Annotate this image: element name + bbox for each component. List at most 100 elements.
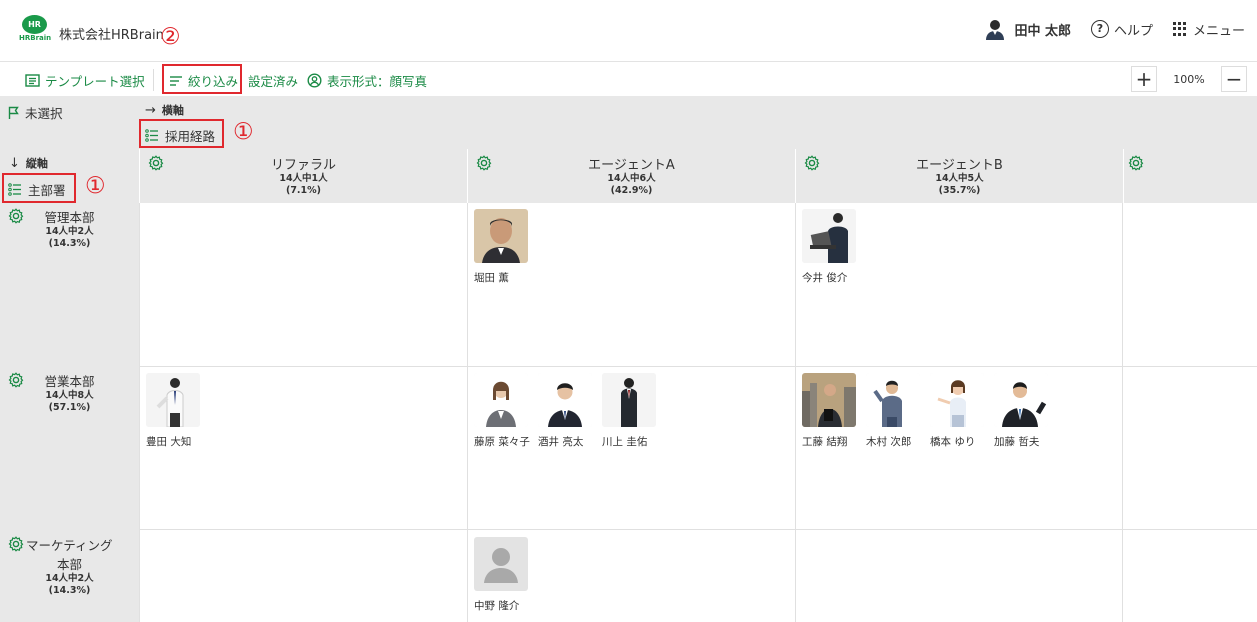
person-name: 中野 隆介	[474, 600, 520, 612]
help-link[interactable]: ? ヘルプ	[1090, 20, 1153, 39]
zoom-in-button[interactable]: +	[1131, 66, 1157, 92]
person-name: 藤原 菜々子	[474, 436, 530, 448]
vertical-axis-label: ↓ 縦軸	[9, 155, 48, 171]
column-divider	[467, 203, 468, 622]
column-percent: (42.9%)	[610, 185, 653, 196]
annotation-two: ②	[160, 24, 181, 50]
person-photo	[866, 373, 920, 427]
gear-icon[interactable]	[804, 155, 820, 171]
gear-icon[interactable]	[8, 208, 24, 224]
unselected-label: 未選択	[25, 106, 63, 121]
logo-mark: HR	[22, 15, 47, 34]
display-mode-button[interactable]: 表示形式：顔写真	[307, 71, 427, 90]
person-card[interactable]: 加藤 哲夫	[994, 373, 1058, 449]
person-photo	[474, 209, 528, 263]
person-card[interactable]: 中野 隆介	[474, 537, 538, 613]
company-name: 株式会社HRBrain	[59, 28, 164, 43]
column-title: リファラル	[270, 158, 336, 173]
user-avatar	[984, 18, 1006, 40]
person-name: 木村 次郎	[866, 436, 912, 448]
column-header-agent-b: エージェントB 14人中5人 (35.7%)	[795, 149, 1123, 203]
gear-icon[interactable]	[8, 536, 24, 552]
person-card[interactable]: 川上 圭佑	[602, 373, 666, 449]
gear-icon[interactable]	[148, 155, 164, 171]
row-count: 14人中8人	[45, 390, 94, 401]
zoom-out-button[interactable]: −	[1221, 66, 1247, 92]
person-card[interactable]: 藤原 菜々子	[474, 373, 538, 449]
help-label: ヘルプ	[1113, 23, 1153, 39]
top-header: HR HRBrain 株式会社HRBrain ② 田中 太郎 ? ヘルプ メニュ…	[0, 0, 1257, 62]
user-name: 田中 太郎	[1014, 23, 1071, 39]
person-photo	[930, 373, 984, 427]
person-photo	[802, 209, 856, 263]
horizontal-axis-highlight-box	[139, 119, 224, 148]
arrow-right-icon: →	[145, 102, 156, 118]
filter-status: 設定済み	[248, 71, 298, 90]
column-header-next	[1123, 149, 1257, 203]
person-name: 堀田 薫	[474, 272, 509, 284]
row-percent: (57.1%)	[48, 402, 91, 413]
gear-icon[interactable]	[476, 155, 492, 171]
column-divider	[795, 203, 796, 622]
logo-wordmark: HRBrain	[19, 34, 52, 42]
row-percent: (14.3%)	[48, 585, 91, 596]
unselected-axis[interactable]: 未選択	[8, 103, 63, 122]
user-menu[interactable]: 田中 太郎	[984, 18, 1071, 40]
person-name: 工藤 結翔	[802, 436, 848, 448]
column-count: 14人中1人	[279, 173, 328, 184]
filter-status-label: 設定済み	[248, 74, 299, 89]
person-name: 川上 圭佑	[602, 436, 648, 448]
template-icon	[25, 74, 40, 87]
person-name: 加藤 哲夫	[994, 436, 1040, 448]
row-divider	[139, 366, 1257, 367]
person-card[interactable]: 今井 俊介	[802, 209, 866, 285]
menu-button[interactable]: メニュー	[1172, 20, 1245, 39]
template-select-button[interactable]: テンプレート選択	[25, 71, 145, 90]
person-card[interactable]: 酒井 亮太	[538, 373, 602, 449]
face-icon	[307, 73, 322, 88]
default-avatar-icon	[474, 537, 528, 591]
person-card[interactable]: 工藤 結翔	[802, 373, 866, 449]
display-mode-label: 表示形式：顔写真	[327, 74, 428, 89]
column-count: 14人中5人	[935, 173, 984, 184]
row-header-sales: 営業本部 14人中8人 (57.1%)	[0, 371, 139, 414]
gear-icon[interactable]	[1128, 155, 1144, 171]
horizontal-axis-title: 横軸	[161, 104, 184, 117]
column-title: エージェントA	[588, 158, 675, 173]
column-title: エージェントB	[916, 158, 1003, 173]
arrow-down-icon: ↓	[9, 155, 20, 171]
person-card[interactable]: 木村 次郎	[866, 373, 930, 449]
template-select-label: テンプレート選択	[45, 74, 145, 89]
person-card[interactable]: 豊田 大知	[146, 373, 210, 449]
grid-menu-icon	[1172, 21, 1188, 37]
annotation-one-horizontal: ①	[233, 119, 254, 145]
vertical-axis-title: 縦軸	[25, 157, 48, 170]
row-count: 14人中2人	[45, 573, 94, 584]
person-photo	[474, 373, 528, 427]
row-count: 14人中2人	[45, 226, 94, 237]
gear-icon[interactable]	[8, 372, 24, 388]
column-header-agent-a: エージェントA 14人中6人 (42.9%)	[467, 149, 795, 203]
person-card[interactable]: 堀田 薫	[474, 209, 538, 285]
person-card[interactable]: 橋本 ゆり	[930, 373, 994, 449]
zoom-level: 100%	[1173, 72, 1205, 86]
menu-label: メニュー	[1192, 23, 1245, 39]
person-photo	[146, 373, 200, 427]
row-title-line2: 本部	[56, 557, 82, 572]
person-name: 今井 俊介	[802, 272, 848, 284]
person-name: 橋本 ゆり	[930, 436, 976, 448]
person-photo	[994, 373, 1048, 427]
column-percent: (7.1%)	[285, 185, 322, 196]
column-divider	[1122, 203, 1123, 622]
help-icon: ?	[1090, 20, 1109, 38]
person-photo	[538, 373, 592, 427]
horizontal-axis-label: → 横軸	[145, 102, 184, 118]
column-divider	[139, 203, 140, 622]
zoom-control: + 100% −	[1131, 65, 1247, 93]
toolbar-divider	[153, 69, 154, 91]
row-header-admin: 管理本部 14人中2人 (14.3%)	[0, 207, 139, 250]
column-header-referral: リファラル 14人中1人 (7.1%)	[139, 149, 467, 203]
annotation-one-vertical: ①	[85, 173, 106, 199]
filter-highlight-box	[162, 64, 242, 94]
hrbrain-logo[interactable]: HR HRBrain	[19, 15, 51, 47]
